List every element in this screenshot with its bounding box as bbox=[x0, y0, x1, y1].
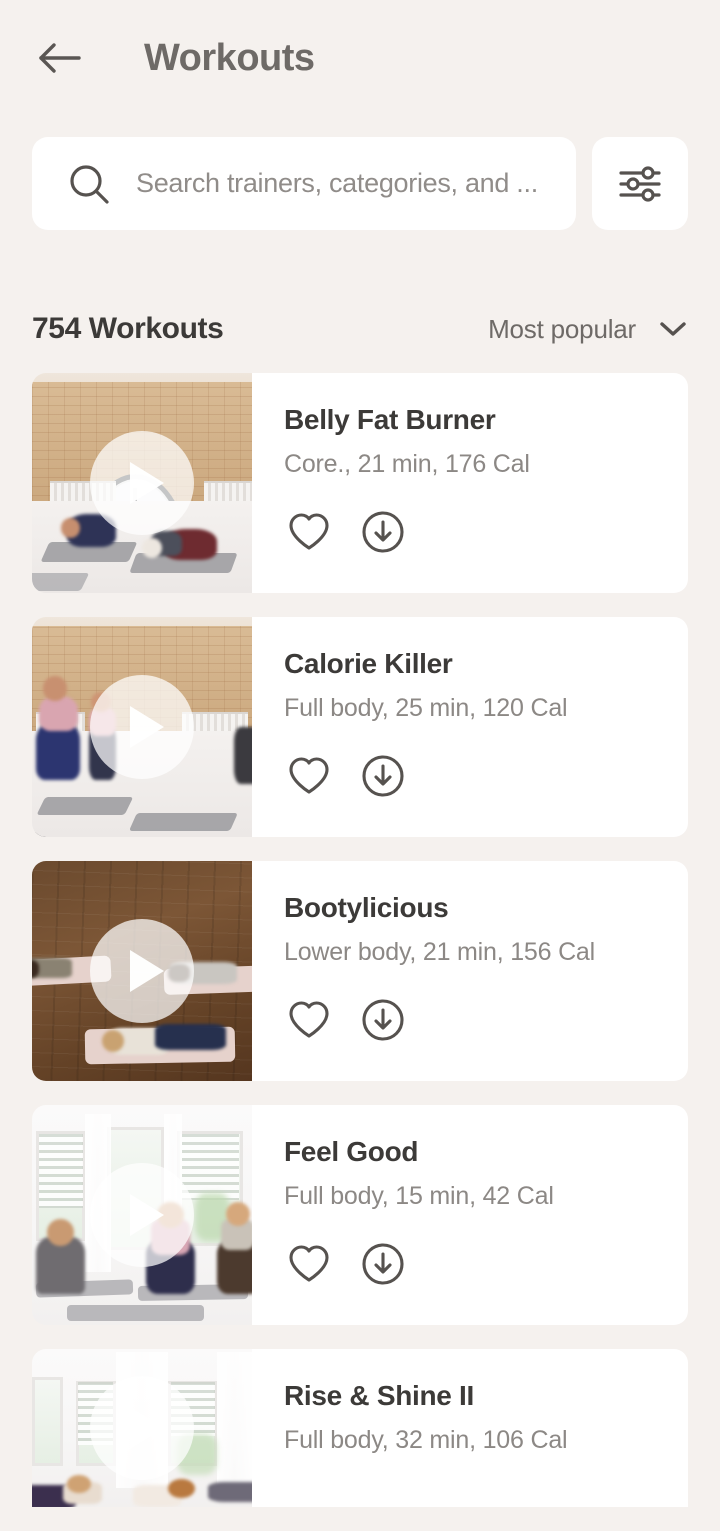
favorite-button[interactable] bbox=[284, 507, 334, 557]
download-circle-icon bbox=[362, 755, 404, 797]
workout-card[interactable]: Feel Good Full body, 15 min, 42 Cal bbox=[32, 1105, 688, 1325]
workout-thumbnail[interactable] bbox=[32, 1349, 252, 1507]
workout-info: Calorie Killer Full body, 25 min, 120 Ca… bbox=[252, 617, 688, 837]
workout-meta: Core., 21 min, 176 Cal bbox=[284, 450, 530, 478]
heart-icon bbox=[289, 513, 329, 550]
play-icon bbox=[130, 950, 164, 992]
workout-thumbnail[interactable] bbox=[32, 617, 252, 837]
workout-title: Feel Good bbox=[284, 1136, 419, 1167]
workout-info: Belly Fat Burner Core., 21 min, 176 Cal bbox=[252, 373, 688, 593]
play-button[interactable] bbox=[90, 431, 194, 535]
heart-icon bbox=[289, 1001, 329, 1038]
download-circle-icon bbox=[362, 999, 404, 1041]
back-button[interactable] bbox=[32, 30, 88, 86]
workout-actions bbox=[284, 507, 408, 557]
favorite-button[interactable] bbox=[284, 995, 334, 1045]
play-icon bbox=[130, 1407, 164, 1449]
workout-title: Rise & Shine II bbox=[284, 1380, 474, 1411]
workout-thumbnail[interactable] bbox=[32, 1105, 252, 1325]
workout-thumbnail[interactable] bbox=[32, 861, 252, 1081]
play-button[interactable] bbox=[90, 1376, 194, 1480]
download-button[interactable] bbox=[358, 995, 408, 1045]
play-button[interactable] bbox=[90, 919, 194, 1023]
play-button[interactable] bbox=[90, 675, 194, 779]
page-title: Workouts bbox=[144, 37, 315, 79]
workout-info: Feel Good Full body, 15 min, 42 Cal bbox=[252, 1105, 688, 1325]
download-circle-icon bbox=[362, 1243, 404, 1285]
download-button[interactable] bbox=[358, 507, 408, 557]
search-icon bbox=[68, 163, 110, 205]
workout-title: Bootylicious bbox=[284, 892, 449, 923]
workout-list: Belly Fat Burner Core., 21 min, 176 Cal bbox=[0, 373, 720, 1531]
download-button[interactable] bbox=[358, 1239, 408, 1289]
workout-thumbnail[interactable] bbox=[32, 373, 252, 593]
results-bar: 754 Workouts Most popular bbox=[32, 305, 688, 353]
heart-icon bbox=[289, 757, 329, 794]
workout-actions bbox=[284, 751, 408, 801]
workout-meta: Full body, 25 min, 120 Cal bbox=[284, 694, 568, 722]
chevron-down-icon bbox=[660, 322, 686, 336]
play-icon bbox=[130, 706, 164, 748]
app-header: Workouts bbox=[0, 0, 720, 118]
workout-actions bbox=[284, 1239, 408, 1289]
heart-icon bbox=[289, 1245, 329, 1282]
workout-card[interactable]: Rise & Shine II Full body, 32 min, 106 C… bbox=[32, 1349, 688, 1507]
sort-dropdown[interactable]: Most popular bbox=[488, 314, 688, 345]
sort-label: Most popular bbox=[488, 313, 636, 344]
workout-meta: Full body, 15 min, 42 Cal bbox=[284, 1182, 554, 1210]
favorite-button[interactable] bbox=[284, 751, 334, 801]
download-button[interactable] bbox=[358, 751, 408, 801]
workout-card[interactable]: Belly Fat Burner Core., 21 min, 176 Cal bbox=[32, 373, 688, 593]
search-row bbox=[32, 137, 688, 230]
play-icon bbox=[130, 462, 164, 504]
filter-button[interactable] bbox=[592, 137, 688, 230]
download-circle-icon bbox=[362, 511, 404, 553]
workout-title: Belly Fat Burner bbox=[284, 404, 496, 435]
workout-card[interactable]: Bootylicious Lower body, 21 min, 156 Cal bbox=[32, 861, 688, 1081]
workout-info: Rise & Shine II Full body, 32 min, 106 C… bbox=[252, 1349, 688, 1507]
search-box[interactable] bbox=[32, 137, 576, 230]
workout-card[interactable]: Calorie Killer Full body, 25 min, 120 Ca… bbox=[32, 617, 688, 837]
play-button[interactable] bbox=[90, 1163, 194, 1267]
search-input[interactable] bbox=[136, 168, 556, 199]
results-count: 754 Workouts bbox=[32, 312, 224, 345]
workout-meta: Full body, 32 min, 106 Cal bbox=[284, 1426, 568, 1454]
play-icon bbox=[130, 1194, 164, 1236]
workout-actions bbox=[284, 995, 408, 1045]
workout-info: Bootylicious Lower body, 21 min, 156 Cal bbox=[252, 861, 688, 1081]
workout-title: Calorie Killer bbox=[284, 648, 453, 679]
favorite-button[interactable] bbox=[284, 1239, 334, 1289]
sliders-icon bbox=[619, 165, 661, 202]
workout-meta: Lower body, 21 min, 156 Cal bbox=[284, 938, 595, 966]
arrow-left-icon bbox=[39, 43, 81, 73]
